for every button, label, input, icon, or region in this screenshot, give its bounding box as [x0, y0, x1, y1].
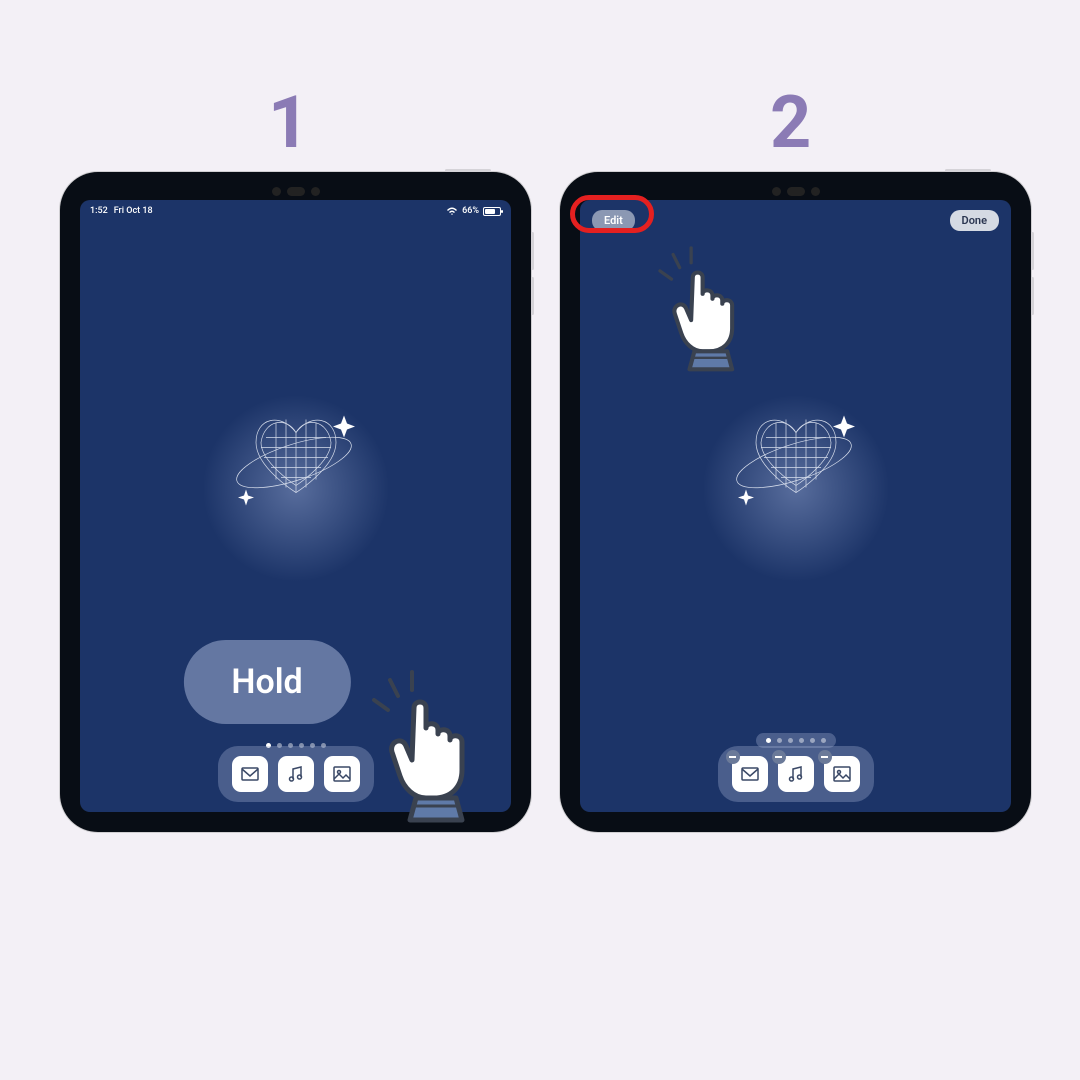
home-screen-edit-mode[interactable]: Edit Done [580, 200, 1011, 812]
remove-badge[interactable] [818, 750, 832, 764]
side-button [531, 232, 534, 270]
done-button[interactable]: Done [950, 210, 999, 231]
remove-badge[interactable] [772, 750, 786, 764]
side-button [1031, 232, 1034, 270]
tap-hand-icon [657, 246, 764, 376]
side-button [1031, 277, 1034, 315]
side-button [531, 277, 534, 315]
camera-bar [256, 185, 336, 197]
dock [718, 746, 874, 802]
battery-icon [483, 207, 501, 216]
wallpaper-heart [226, 397, 366, 531]
tap-hand-icon [370, 670, 500, 829]
photos-icon[interactable] [324, 756, 360, 792]
photos-icon[interactable] [824, 756, 860, 792]
wifi-icon [446, 207, 458, 216]
wallpaper-heart [726, 397, 866, 531]
step-1-label: 1 [268, 80, 309, 165]
mail-icon[interactable] [732, 756, 768, 792]
dock [218, 746, 374, 802]
music-icon[interactable] [278, 756, 314, 792]
step-2-label: 2 [770, 80, 811, 165]
status-time: 1:52 [90, 206, 108, 216]
hold-button[interactable]: Hold [183, 640, 350, 724]
top-button [945, 169, 991, 172]
status-date: Fri Oct 18 [114, 206, 153, 216]
mail-icon[interactable] [232, 756, 268, 792]
tablet-step-2: Edit Done [560, 172, 1031, 832]
remove-badge[interactable] [726, 750, 740, 764]
highlight-ring [570, 195, 654, 233]
camera-bar [756, 185, 836, 197]
battery-percent: 66% [462, 206, 479, 216]
music-icon[interactable] [778, 756, 814, 792]
top-button [445, 169, 491, 172]
status-bar: 1:52 Fri Oct 18 66% [90, 206, 501, 216]
